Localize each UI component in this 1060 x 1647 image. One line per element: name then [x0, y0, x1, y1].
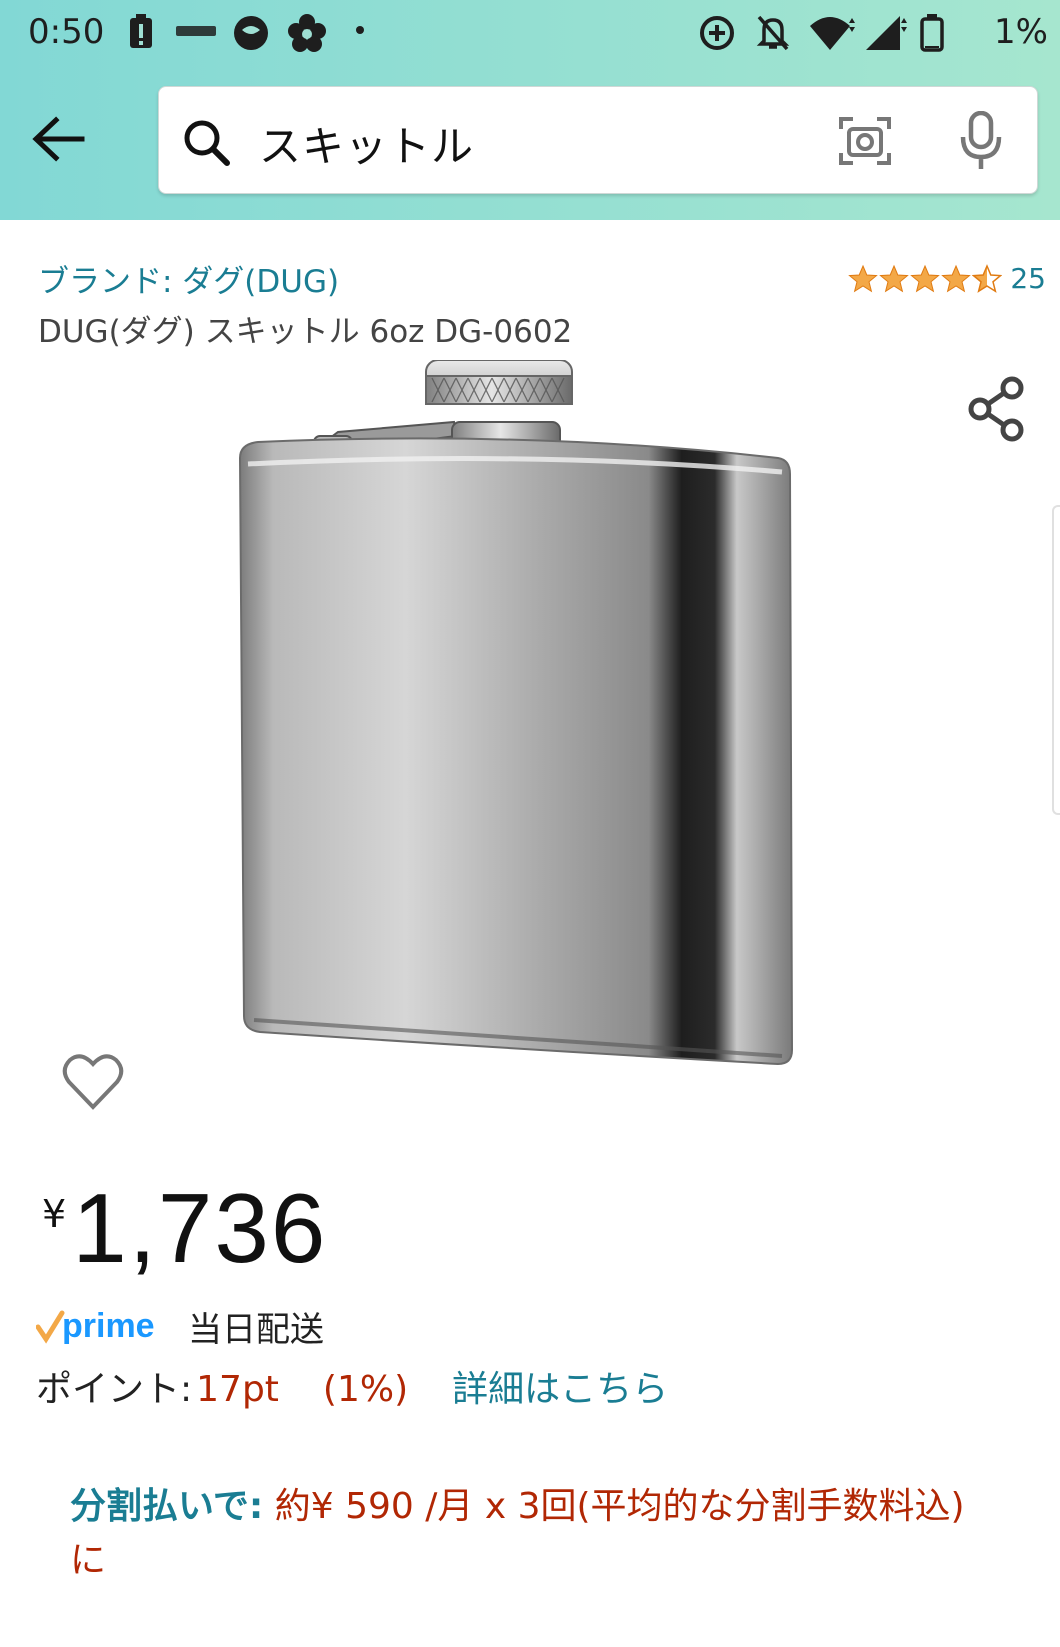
star-full-icon: [879, 264, 910, 292]
prime-logo-text: prime: [62, 1307, 155, 1345]
points-details-link[interactable]: 詳細はこちら: [452, 1360, 668, 1412]
star-full-icon: [941, 264, 972, 292]
image-carousel-edge: [1052, 505, 1060, 815]
points-percent: (1%): [322, 1369, 409, 1410]
star-full-icon: [848, 264, 879, 292]
status-bar: 0:50 1%: [0, 0, 1060, 64]
star-rating: [848, 263, 1003, 294]
review-count: 25: [1010, 262, 1046, 295]
search-input[interactable]: スキットル: [158, 86, 1038, 194]
search-query[interactable]: スキットル: [259, 113, 474, 174]
data-saver-icon: [700, 16, 734, 50]
price-currency: ¥: [42, 1192, 67, 1236]
price: ¥ 1,736: [42, 1178, 327, 1278]
installment-info: 分割払いで: 約¥ 590 /月 x 3回(平均的な分割手数料込)に: [70, 1480, 1000, 1588]
delivery-text: 当日配送: [188, 1310, 324, 1350]
camera-search-icon[interactable]: [839, 115, 891, 167]
status-time: 0:50: [28, 12, 105, 52]
product-image[interactable]: [230, 360, 850, 1120]
search-icon: [184, 120, 230, 166]
price-amount: 1,736: [72, 1173, 328, 1283]
product-title: DUG(ダグ) スキットル 6oz DG-0602: [38, 314, 573, 350]
brand-link[interactable]: ブランド: ダグ(DUG): [38, 256, 339, 301]
chat-bubble-icon: [234, 16, 268, 50]
share-icon[interactable]: [966, 376, 1026, 442]
rating-summary[interactable]: 25: [848, 262, 1046, 295]
prime-delivery: prime 当日配送: [36, 1302, 324, 1351]
points-row: ポイント: 17pt (1%) 詳細はこちら: [36, 1360, 668, 1412]
star-half-icon: [972, 263, 1003, 293]
battery-percent: 1%: [994, 12, 1048, 52]
app-notification-icon: [176, 26, 216, 36]
search-row: スキットル: [0, 82, 1060, 194]
points-label: ポイント:: [36, 1369, 193, 1410]
microphone-icon[interactable]: [959, 111, 1003, 171]
battery-icon: [920, 14, 944, 52]
installment-label: 分割払いで:: [70, 1486, 264, 1527]
dot-icon: [356, 26, 364, 34]
silent-bell-icon: [756, 15, 790, 51]
points-value: 17pt: [196, 1369, 279, 1410]
top-header: 0:50 1% スキットル: [0, 0, 1060, 220]
star-full-icon: [910, 264, 941, 292]
prime-logo: prime: [36, 1307, 155, 1345]
alert-battery-icon: [130, 14, 152, 48]
flower-icon: [288, 14, 326, 52]
back-arrow-icon[interactable]: [30, 114, 86, 164]
heart-icon[interactable]: [62, 1052, 124, 1112]
signal-icon: [866, 16, 907, 50]
wifi-icon: [810, 17, 855, 50]
